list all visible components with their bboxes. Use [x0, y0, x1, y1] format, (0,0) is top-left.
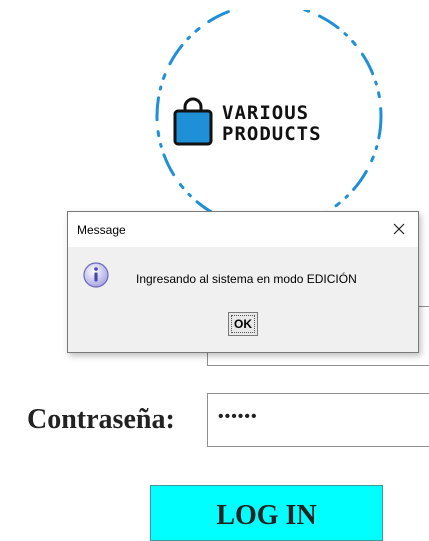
password-field[interactable]: •••••• — [207, 393, 429, 447]
password-label: Contraseña: — [27, 404, 175, 435]
shopping-bag-icon — [173, 97, 213, 146]
logo-line-1: VARIOUS — [222, 102, 310, 124]
ok-button[interactable]: OK — [228, 312, 258, 336]
logo-line-2: PRODUCTS — [222, 123, 322, 145]
dialog-message: Ingresando al sistema en modo EDICIÓN — [136, 272, 357, 286]
dialog-title: Message — [77, 223, 126, 237]
password-value: •••••• — [218, 408, 258, 425]
logo-text: VARIOUS PRODUCTS — [222, 103, 322, 145]
dialog-titlebar[interactable]: Message — [68, 212, 418, 247]
message-dialog: Message Ingresando al sistema en modo ED… — [67, 211, 419, 353]
close-icon[interactable] — [386, 218, 412, 240]
ok-focus-ring — [231, 315, 255, 333]
login-button[interactable]: LOG IN — [150, 485, 383, 541]
info-icon — [83, 262, 109, 288]
